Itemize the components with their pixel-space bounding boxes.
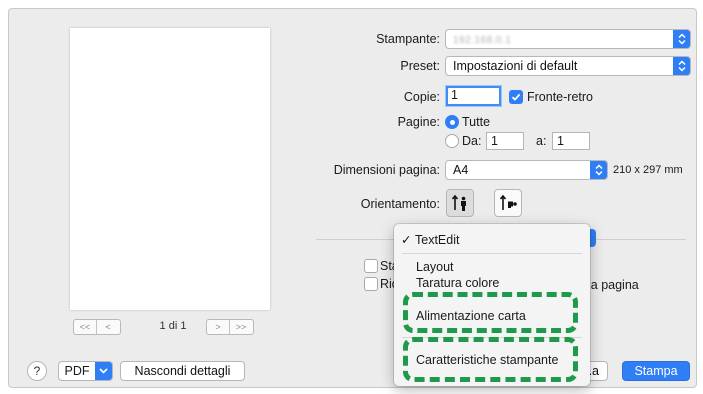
pages-to-label: a: xyxy=(536,134,547,148)
paper-size-label: Dimensioni pagina: xyxy=(333,163,440,177)
copies-label: Copie: xyxy=(403,90,440,104)
menu-item-color-matching-label: Taratura colore xyxy=(416,276,500,290)
pages-from-input[interactable]: 1 xyxy=(486,132,524,150)
portrait-orientation-button[interactable] xyxy=(446,189,474,217)
pages-from-label: Da: xyxy=(462,134,482,148)
previous-page-button[interactable]: < xyxy=(97,320,119,334)
pdf-menu-button[interactable]: PDF xyxy=(58,361,113,381)
pages-range-radio[interactable] xyxy=(445,134,459,148)
option-checkbox-1[interactable] xyxy=(364,259,378,273)
checkmark-icon: ✓ xyxy=(401,233,412,247)
pdf-label: PDF xyxy=(64,364,90,378)
first-page-button[interactable]: << xyxy=(74,320,97,334)
page-indicator: 1 di 1 xyxy=(159,320,187,332)
printer-select[interactable]: 192.168.0.1 xyxy=(445,29,691,49)
page-preview xyxy=(70,28,270,310)
pages-all-radio[interactable] xyxy=(445,115,459,129)
pages-all-label: Tutte xyxy=(462,115,491,129)
print-button[interactable]: Stampa xyxy=(622,361,690,381)
select-arrows-icon xyxy=(673,57,690,75)
copies-input[interactable]: 1 xyxy=(446,86,501,106)
pages-to-input[interactable]: 1 xyxy=(552,132,590,150)
preset-value: Impostazioni di default xyxy=(453,59,578,73)
option-checkbox-2[interactable] xyxy=(364,277,378,291)
landscape-orientation-button[interactable] xyxy=(494,189,522,217)
duplex-checkbox[interactable] xyxy=(509,90,523,104)
paper-size-value: A4 xyxy=(453,163,469,177)
landscape-icon xyxy=(499,194,517,210)
menu-item-textedit-label: TextEdit xyxy=(415,233,460,247)
select-arrows-icon xyxy=(673,30,690,48)
printer-label: Stampante: xyxy=(376,32,440,46)
printer-value: 192.168.0.1 xyxy=(453,35,512,46)
portrait-icon xyxy=(451,194,466,211)
pager-back-group: << < xyxy=(73,319,121,335)
duplex-label: Fronte-retro xyxy=(527,90,593,104)
paper-size-select[interactable]: A4 xyxy=(445,160,608,180)
highlight-paper-handling xyxy=(403,292,578,333)
preset-select[interactable]: Impostazioni di default xyxy=(445,56,691,76)
checkmark-icon xyxy=(511,93,521,101)
preset-label: Preset: xyxy=(400,59,440,73)
last-page-button[interactable]: >> xyxy=(230,320,252,334)
menu-item-layout-label: Layout xyxy=(416,260,454,274)
next-page-button[interactable]: > xyxy=(207,320,230,334)
pages-label: Pagine: xyxy=(397,115,440,129)
menu-separator xyxy=(402,253,582,254)
pager-forward-group: > >> xyxy=(206,319,254,335)
select-arrows-icon xyxy=(590,161,607,179)
orientation-label: Orientamento: xyxy=(360,197,440,211)
highlight-printer-features xyxy=(403,337,578,382)
option-label-2-tail: la pagina xyxy=(588,278,639,292)
chevron-down-icon xyxy=(95,362,112,380)
help-button[interactable]: ? xyxy=(27,361,47,381)
paper-dimensions: 210 x 297 mm xyxy=(613,164,683,176)
hide-details-button[interactable]: Nascondi dettagli xyxy=(120,361,245,381)
